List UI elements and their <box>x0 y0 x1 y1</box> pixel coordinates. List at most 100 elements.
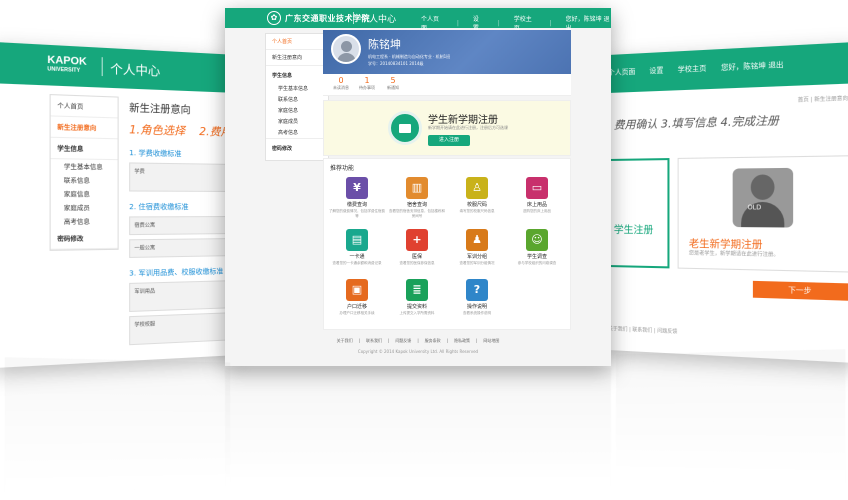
page-title: 个人中心 <box>360 12 396 25</box>
feature-hukou[interactable]: ▣ 户口迁移 办理户口迁移相关手续 <box>328 279 386 327</box>
right-card-new[interactable]: 学生注册 <box>608 158 669 268</box>
left-step1: 1.角色选择 <box>129 123 185 138</box>
student-major: 机电工程系 · 机械制造与自动化专业 · 机制1班 <box>368 54 450 60</box>
feature-uniform[interactable]: ♙ 校服尺码 填写您的校服尺码信息 <box>448 177 506 225</box>
old-tag: OLD <box>748 204 762 211</box>
old-student-icon: OLD <box>733 168 793 228</box>
left-logo: KAPOK UNIVERSITY <box>47 55 86 76</box>
left-nav-members[interactable]: 家庭成员 <box>51 201 118 215</box>
card-icon: ▤ <box>346 229 368 251</box>
left-nav-contact[interactable]: 联系信息 <box>51 173 118 187</box>
stat-notices[interactable]: 5 新通知 <box>381 76 405 91</box>
question-icon: ? <box>466 279 488 301</box>
group-icon: ♟ <box>466 229 488 251</box>
left-nav-password[interactable]: 密码修改 <box>51 228 118 250</box>
center-screen: ✿ 广东交通职业技术学院 个人中心 个人页面 | 设置 | 学校主页 | 您好，… <box>225 8 611 366</box>
building-icon: ▥ <box>406 177 428 199</box>
right-nav-user[interactable]: 您好，陈铭坤 退出 <box>721 60 783 73</box>
school-name: 广东交通职业技术学院 <box>285 13 370 24</box>
banner-desc: 新学期开始请在此进行注册，注册后方可选课 <box>428 125 508 131</box>
stat-todo[interactable]: 1 待办事项 <box>355 76 379 91</box>
copyright: Copyright © 2014 Kapok University Ltd. A… <box>225 349 611 354</box>
left-nav-student[interactable]: 学生信息 <box>51 138 118 160</box>
student-name: 陈铭坤 <box>368 36 401 52</box>
left-sec1: 1. 学费收缴标准 <box>129 148 238 160</box>
stat-messages[interactable]: 0 未读消息 <box>329 76 353 91</box>
sidebar: 个人首页 新生注册意向 学生信息 学生基本信息 联系信息 家庭信息 家庭成员 高… <box>265 33 329 161</box>
right-nav-school[interactable]: 学校主页 <box>678 63 707 75</box>
sidebar-item-members[interactable]: 家庭成员 <box>266 116 328 127</box>
sidebar-item-contact[interactable]: 联系信息 <box>266 94 328 105</box>
right-header: 个人页面 设置 学校主页 您好，陈铭坤 退出 <box>608 42 848 93</box>
right-footer: 关于我们 | 联系我们 | 问题反馈 <box>608 325 677 335</box>
left-row-uniform: 学校校服 <box>129 312 238 345</box>
left-row-dorm1[interactable]: 宿费公寓 <box>129 216 238 235</box>
sidebar-item-basic[interactable]: 学生基本信息 <box>266 83 328 94</box>
document-icon: ≣ <box>406 279 428 301</box>
feature-military[interactable]: ♟ 军训分组 查看您的军训分组情况 <box>448 229 506 277</box>
profile-card: 陈铭坤 机电工程系 · 机械制造与自动化专业 · 机制1班 学号：2014083… <box>323 30 571 74</box>
right-nav-settings[interactable]: 设置 <box>649 65 663 76</box>
smile-icon: ☺ <box>526 229 548 251</box>
footer-link-contact[interactable]: 联系我们 <box>366 338 382 344</box>
nav-user[interactable]: 您好，陈铭坤 退出 <box>566 14 611 32</box>
feature-medical[interactable]: + 医保 查看您的医保参保信息 <box>388 229 446 277</box>
feature-card[interactable]: ▤ 一卡通 查看您的一卡通余额和消费记录 <box>328 229 386 277</box>
id-card-icon <box>388 111 422 145</box>
footer-link-terms[interactable]: 服务条款 <box>425 338 441 344</box>
id-card-icon: ▣ <box>346 279 368 301</box>
registration-banner: 学生新学期注册 新学期开始请在此进行注册，注册后方可选课 进入注册 <box>323 100 571 156</box>
left-heading: 新生注册意向 <box>129 99 238 118</box>
left-nav-exam[interactable]: 高考信息 <box>51 214 118 228</box>
student-id: 学号：20140834101 2014级 <box>368 61 423 67</box>
right-reflection <box>616 349 845 485</box>
left-nav-home[interactable]: 个人首页 <box>51 95 118 118</box>
left-main: 新生注册意向 1.角色选择 2.费用 1. 学费收缴标准 学费 2. 住宿费收缴标… <box>129 99 238 345</box>
top-bar: ✿ 广东交通职业技术学院 个人中心 个人页面 | 设置 | 学校主页 | 您好，… <box>225 8 611 28</box>
footer-link-about[interactable]: 关于我们 <box>337 338 353 344</box>
left-nav-family[interactable]: 家庭信息 <box>51 187 118 201</box>
avatar <box>331 34 361 64</box>
school-logo-icon: ✿ <box>267 11 281 25</box>
uniform-icon: ♙ <box>466 177 488 199</box>
piggy-bank-icon: ¥ <box>346 177 368 199</box>
left-sec3: 3. 军训用品费、校服收缴标准 <box>129 266 238 279</box>
bed-icon: ▭ <box>526 177 548 199</box>
feature-bedding[interactable]: ▭ 床上用品 选购您的床上用品 <box>508 177 566 225</box>
center-reflection <box>225 368 611 488</box>
sidebar-item-password[interactable]: 密码修改 <box>266 138 328 156</box>
features-title: 推荐功能 <box>330 163 354 172</box>
left-row-military: 军训用品 <box>129 280 238 312</box>
footer-link-privacy[interactable]: 隐私政策 <box>454 338 470 344</box>
enter-register-button[interactable]: 进入注册 <box>428 135 470 146</box>
footer-link-sitemap[interactable]: 网站地图 <box>483 338 499 344</box>
sidebar-item-student-info[interactable]: 学生信息 <box>266 65 328 83</box>
left-header: KAPOK UNIVERSITY 个人中心 <box>0 42 238 93</box>
right-screen: 个人页面 设置 学校主页 您好，陈铭坤 退出 首页 | 新生注册意向 费用确认 … <box>608 42 848 363</box>
right-topnav: 个人页面 设置 学校主页 您好，陈铭坤 退出 <box>608 60 784 78</box>
right-nav-personal[interactable]: 个人页面 <box>608 67 635 78</box>
left-reflection <box>5 357 230 492</box>
right-card-old[interactable]: OLD 老生新学期注册 您是老学生，新学期请在此进行注册。 <box>678 155 848 272</box>
next-button[interactable]: 下一步 <box>753 281 848 301</box>
footer-link-feedback[interactable]: 问题反馈 <box>395 338 411 344</box>
left-nav-basic[interactable]: 学生基本信息 <box>51 159 118 174</box>
right-steps: 费用确认 3.填写信息 4.完成注册 <box>614 112 779 133</box>
left-row-tuition: 学费 <box>129 162 238 192</box>
feature-documents[interactable]: ≣ 提交资料 上传提交入学所需资料 <box>388 279 446 327</box>
sidebar-item-exam[interactable]: 高考信息 <box>266 127 328 138</box>
left-nav-register[interactable]: 新生注册意向 <box>51 116 118 139</box>
left-row-dorm2[interactable]: 一般公寓 <box>129 238 238 258</box>
sidebar-item-family[interactable]: 家庭信息 <box>266 105 328 116</box>
right-breadcrumb: 首页 | 新生注册意向 <box>798 94 848 103</box>
feature-fee[interactable]: ¥ 缴费查询 了解您的缴费情况，包括学费住宿费等 <box>328 177 386 225</box>
right-card-new-title: 学生注册 <box>614 221 654 237</box>
sidebar-item-register[interactable]: 新生注册意向 <box>266 50 328 65</box>
feature-survey[interactable]: ☺ 学生调查 参与学校组织的问卷调查 <box>508 229 566 277</box>
feature-help[interactable]: ? 操作说明 查看系统操作说明 <box>448 279 506 327</box>
feature-dorm[interactable]: ▥ 宿舍查询 查看您的宿舍安排信息，包括楼栋和房间号 <box>388 177 446 225</box>
showcase: KAPOK UNIVERSITY 个人中心 个人首页 新生注册意向 学生信息 学… <box>0 0 848 500</box>
right-card-old-desc: 您是老学生，新学期请在此进行注册。 <box>689 249 779 258</box>
left-page-title: 个人中心 <box>110 60 160 80</box>
sidebar-item-home[interactable]: 个人首页 <box>266 34 328 50</box>
